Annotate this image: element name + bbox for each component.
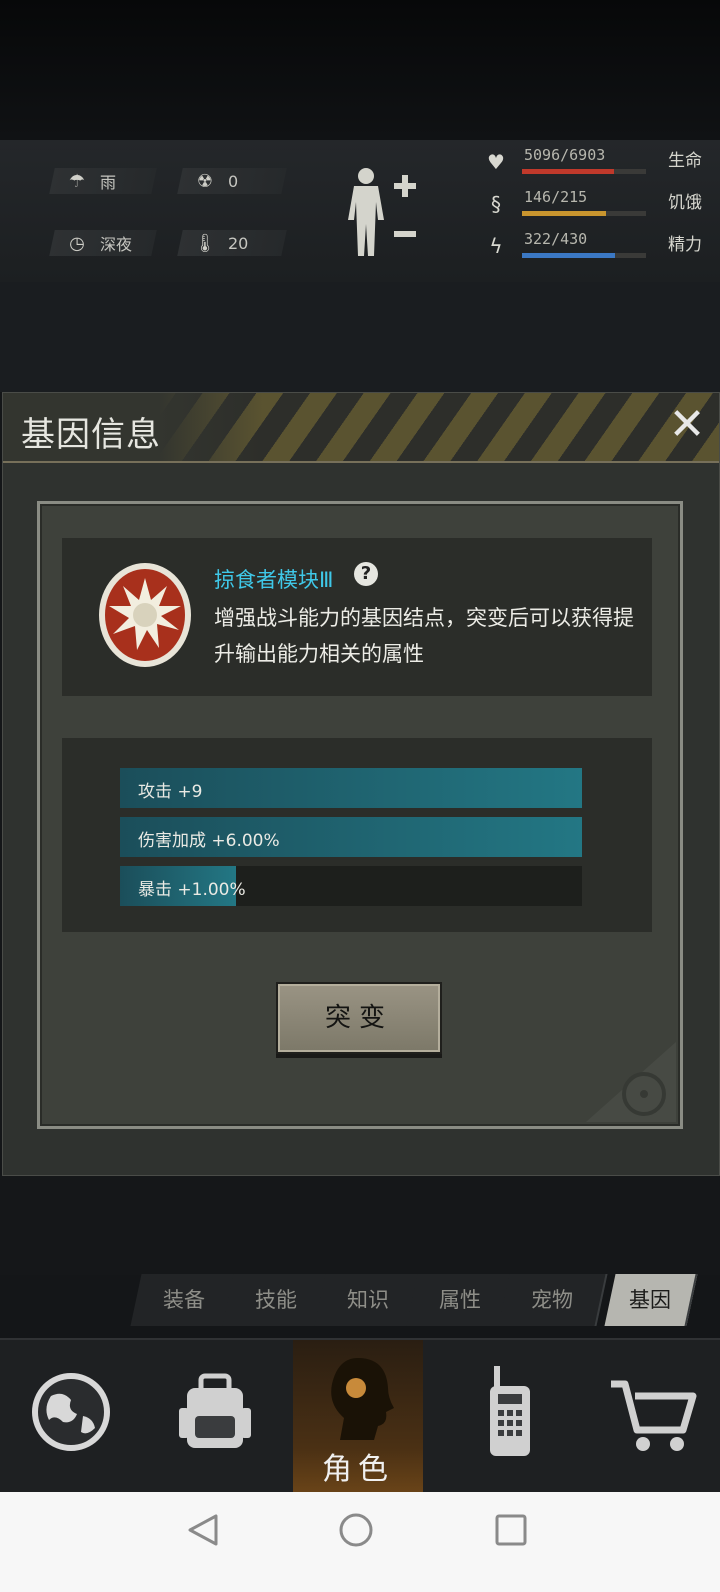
radiation-indicator: ☢ 0 <box>177 168 287 194</box>
health-bar <box>522 169 646 174</box>
thermometer-icon: 🌡︎ <box>193 232 217 254</box>
weather-indicator: ☂ 雨 <box>49 168 157 194</box>
health-label: 生命 <box>668 151 702 171</box>
gene-panel: 掠食者模块Ⅲ ? 增强战斗能力的基因结点，突变后可以获得提升输出能力相关的属性 … <box>37 501 683 1129</box>
close-button[interactable]: ✕ <box>665 403 709 447</box>
bonus-text-damage: 伤害加成 +6.00% <box>138 831 280 851</box>
gene-description: 增强战斗能力的基因结点，突变后可以获得提升输出能力相关的属性 <box>214 606 634 666</box>
nav-character[interactable]: 角色 <box>293 1340 423 1494</box>
globe-icon <box>32 1373 110 1451</box>
time-indicator: ◷ 深夜 <box>49 230 157 256</box>
gene-info-dialog: 基因信息 ✕ 掠食者模块Ⅲ ? 增强战斗能力的基因结点，突变后可以获得提升输出能… <box>2 392 720 1176</box>
nav-shop[interactable] <box>588 1340 718 1494</box>
home-icon[interactable] <box>338 1512 374 1548</box>
character-sub-tabs: 装备 技能 知识 属性 宠物 基因 <box>130 1274 720 1326</box>
predator-gene-icon <box>99 563 191 667</box>
bonus-text-attack: 攻击 +9 <box>138 782 203 802</box>
system-navigation-bar <box>0 1492 720 1592</box>
back-icon[interactable] <box>186 1512 220 1548</box>
radiation-text: 0 <box>228 171 239 191</box>
temperature-indicator: 🌡︎ 20 <box>177 230 287 256</box>
body-status-icon[interactable] <box>348 166 428 258</box>
close-icon: ✕ <box>668 399 706 450</box>
nav-character-label: 角色 <box>322 1452 394 1487</box>
gene-bonus-box: 攻击 +9 伤害加成 +6.00% 暴击 +1.00% <box>62 738 652 932</box>
energy-label: 精力 <box>668 235 702 255</box>
nav-world[interactable] <box>6 1340 136 1494</box>
bonus-bar-damage: 伤害加成 +6.00% <box>120 817 582 857</box>
gene-info-box: 掠食者模块Ⅲ ? 增强战斗能力的基因结点，突变后可以获得提升输出能力相关的属性 <box>62 538 652 696</box>
tab-genes[interactable]: 基因 <box>604 1274 698 1326</box>
tab-pets[interactable]: 宠物 <box>498 1274 608 1326</box>
background-scene <box>0 282 720 392</box>
energy-bar <box>522 253 646 258</box>
weather-text: 雨 <box>100 173 117 192</box>
clock-icon: ◷ <box>69 232 85 254</box>
radiation-icon: ☢ <box>196 170 214 192</box>
energy-value: 322/430 <box>524 230 588 248</box>
hunger-bar-fill <box>522 211 607 216</box>
dialog-header: 基因信息 ✕ <box>3 393 719 463</box>
nav-inventory[interactable] <box>150 1340 280 1494</box>
help-icon[interactable]: ? <box>354 562 378 586</box>
mutate-button[interactable]: 突变 <box>276 982 442 1054</box>
radiation-watermark-icon <box>586 1042 676 1122</box>
character-icon <box>331 1358 394 1440</box>
cart-icon <box>611 1380 697 1451</box>
rain-cloud-icon: ☂ <box>68 170 86 192</box>
bottom-navigation: 角色 <box>0 1338 720 1494</box>
dialog-title: 基因信息 <box>21 415 161 455</box>
health-bar-fill <box>522 169 614 174</box>
energy-bar-fill <box>522 253 615 258</box>
hunger-value: 146/215 <box>524 188 588 206</box>
bonus-bar-crit: 暴击 +1.00% <box>120 866 582 906</box>
energy-icon: ϟ <box>489 234 503 258</box>
bonus-text-crit: 暴击 +1.00% <box>138 880 246 900</box>
energy-stat: ϟ 322/430 精力 <box>484 230 710 262</box>
temperature-text: 20 <box>228 233 249 253</box>
heart-icon: ♥ <box>487 150 505 174</box>
background-scene-lower <box>0 1175 720 1275</box>
time-text: 深夜 <box>100 235 133 254</box>
top-background <box>0 0 720 140</box>
status-bar: ☂ 雨 ☢ 0 ◷ 深夜 🌡︎ 20 ♥ 5096/6903 生命 § 146/215 … <box>0 140 720 283</box>
nav-radio[interactable] <box>445 1340 575 1494</box>
radio-icon <box>490 1366 530 1456</box>
health-stat: ♥ 5096/6903 生命 <box>484 146 710 178</box>
backpack-icon <box>179 1373 251 1448</box>
health-value: 5096/6903 <box>524 146 606 164</box>
stomach-icon: § <box>491 192 501 216</box>
hunger-stat: § 146/215 饥饿 <box>484 188 710 220</box>
bonus-bar-attack: 攻击 +9 <box>120 768 582 808</box>
hunger-bar <box>522 211 646 216</box>
gene-name: 掠食者模块Ⅲ <box>214 568 334 592</box>
recents-icon[interactable] <box>494 1512 528 1548</box>
hunger-label: 饥饿 <box>668 193 702 213</box>
